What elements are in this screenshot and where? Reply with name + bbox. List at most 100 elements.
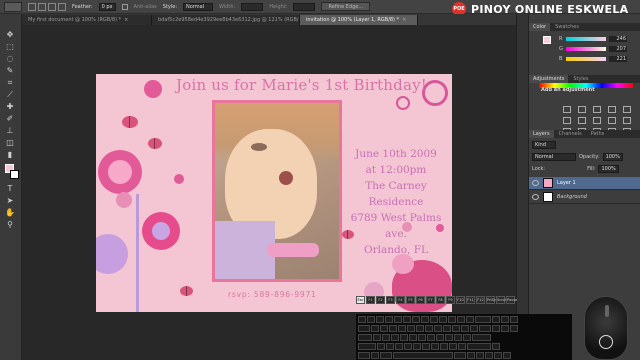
flower-center-decoration	[108, 160, 132, 184]
ladybug-decoration	[180, 286, 193, 296]
close-tab-icon[interactable]: ×	[402, 15, 406, 25]
tab-channels[interactable]: Channels	[555, 130, 586, 138]
lasso-tool-icon[interactable]: ◌	[4, 54, 16, 64]
red-value-input[interactable]: 246	[609, 36, 627, 42]
height-input[interactable]	[293, 2, 316, 11]
hue-saturation-icon[interactable]	[563, 117, 571, 124]
zoom-tool-icon[interactable]: ⚲	[4, 220, 16, 230]
crop-tool-icon[interactable]: ⌗	[4, 78, 16, 88]
keyboard-overlay	[356, 314, 572, 360]
photo-eye-region	[251, 143, 267, 151]
eyedropper-tool-icon[interactable]: ⟋	[4, 90, 16, 100]
tab-jpg-image[interactable]: bdaf5c2e958ed4e3929ee8b43e6312.jpg @ 121…	[152, 15, 300, 25]
tab-adjustments[interactable]: Adjustments	[529, 75, 569, 83]
flower-decoration	[174, 174, 184, 184]
keyboard-row	[358, 343, 500, 350]
tab-layers[interactable]: Layers	[529, 130, 554, 138]
path-selection-tool-icon[interactable]: ➤	[4, 196, 16, 206]
key-f12: F12	[476, 296, 485, 304]
tab-color[interactable]: Color	[529, 23, 551, 31]
visibility-eye-icon[interactable]	[532, 180, 539, 186]
keyboard-row	[358, 316, 518, 323]
green-value-input[interactable]: 207	[609, 46, 627, 52]
close-tab-icon[interactable]: ×	[124, 15, 128, 25]
levels-icon[interactable]	[578, 106, 586, 113]
style-select[interactable]: Normal	[183, 2, 214, 11]
feather-label: Feather:	[72, 3, 93, 10]
red-slider[interactable]: R 246	[559, 36, 639, 42]
tool-preset-picker[interactable]	[4, 1, 22, 12]
layer-kind-filter[interactable]: Kind	[532, 141, 556, 149]
key-f10: F10	[456, 296, 465, 304]
background-color-swatch[interactable]	[10, 170, 19, 179]
quick-selection-tool-icon[interactable]: ✎	[4, 66, 16, 76]
document-tabs: My first document @ 100% (RGB/8) * × bda…	[22, 14, 516, 25]
move-tool-icon[interactable]: ✥	[4, 30, 16, 40]
add-to-selection-icon[interactable]	[38, 2, 46, 11]
black-white-icon[interactable]	[593, 117, 601, 124]
channel-mixer-icon[interactable]	[623, 117, 631, 124]
blue-value-input[interactable]: 221	[609, 56, 627, 62]
eraser-tool-icon[interactable]: ◫	[4, 138, 16, 148]
details-time: at 12:00pm	[365, 164, 427, 176]
brightness-contrast-icon[interactable]	[563, 106, 571, 113]
refine-edge-button[interactable]: Refine Edge...	[321, 2, 371, 11]
tab-paths[interactable]: Paths	[587, 130, 609, 138]
color-balance-icon[interactable]	[578, 117, 586, 124]
ladybug-decoration	[122, 116, 138, 128]
key-f11: F11	[466, 296, 475, 304]
feather-input[interactable]: 0 px	[98, 2, 116, 11]
gradient-tool-icon[interactable]: ▮	[4, 150, 16, 160]
exposure-icon[interactable]	[608, 106, 616, 113]
style-label: Style:	[162, 3, 178, 10]
fill-label: Fill:	[587, 166, 596, 172]
clone-stamp-tool-icon[interactable]: ⊥	[4, 126, 16, 136]
layer-thumbnail	[543, 192, 553, 202]
layer-row[interactable]: Layer 1	[529, 177, 640, 190]
fill-input[interactable]: 100%	[598, 165, 619, 173]
blend-mode-select[interactable]: Normal	[532, 153, 576, 161]
new-selection-icon[interactable]	[28, 2, 36, 11]
tab-my-first-document[interactable]: My first document @ 100% (RGB/8) * ×	[22, 15, 152, 25]
layers-panel-header: Layers Channels Paths	[529, 130, 640, 138]
visibility-eye-icon[interactable]	[532, 194, 539, 200]
keyboard-row	[358, 325, 518, 332]
layer-thumbnail	[543, 178, 553, 188]
healing-brush-tool-icon[interactable]: ✚	[4, 102, 16, 112]
swirl-decoration	[396, 96, 410, 110]
vibrance-icon[interactable]	[623, 106, 631, 113]
flower-decoration	[96, 234, 128, 274]
marquee-tool-icon[interactable]: ⬚	[4, 42, 16, 52]
curves-icon[interactable]	[593, 106, 601, 113]
red-slider-track[interactable]	[566, 37, 606, 41]
anti-alias-checkbox[interactable]	[121, 3, 128, 10]
selection-mode-icons[interactable]	[28, 2, 66, 11]
photo-bracelet-region	[267, 243, 319, 257]
green-slider[interactable]: G 207	[559, 46, 639, 52]
width-input[interactable]	[241, 2, 264, 11]
keyboard-row	[358, 334, 491, 341]
photo-filter-icon[interactable]	[608, 117, 616, 124]
opacity-input[interactable]: 100%	[602, 153, 623, 161]
intersect-selection-icon[interactable]	[58, 2, 66, 11]
tab-invitation[interactable]: invitation @ 100% (Layer 1, RGB/8) * ×	[300, 15, 418, 25]
photo-mouth-region	[279, 171, 293, 185]
subtract-selection-icon[interactable]	[48, 2, 56, 11]
hand-tool-icon[interactable]: ✋	[4, 208, 16, 218]
layer-row[interactable]: Background	[529, 191, 640, 204]
collapsed-panel-strip[interactable]	[516, 14, 528, 360]
details-city: Orlando, FL	[364, 244, 428, 256]
adjustments-panel-header: Adjustments Styles	[529, 75, 640, 83]
type-tool-icon[interactable]: T	[4, 184, 16, 194]
brush-tool-icon[interactable]: ✐	[4, 114, 16, 124]
color-panel-foreground-swatch[interactable]	[543, 36, 551, 44]
invitation-heading: Join us for Marie's 1st Birthday!	[176, 76, 428, 94]
tab-styles[interactable]: Styles	[569, 75, 592, 83]
green-slider-track[interactable]	[566, 47, 606, 51]
color-panel-header: Color Swatches	[529, 23, 640, 31]
blue-slider[interactable]: B 221	[559, 56, 639, 62]
tab-swatches[interactable]: Swatches	[551, 23, 583, 31]
blue-slider-track[interactable]	[566, 57, 606, 61]
flower-center-decoration	[152, 222, 170, 240]
key-prtsc: PrtSc	[486, 296, 497, 304]
